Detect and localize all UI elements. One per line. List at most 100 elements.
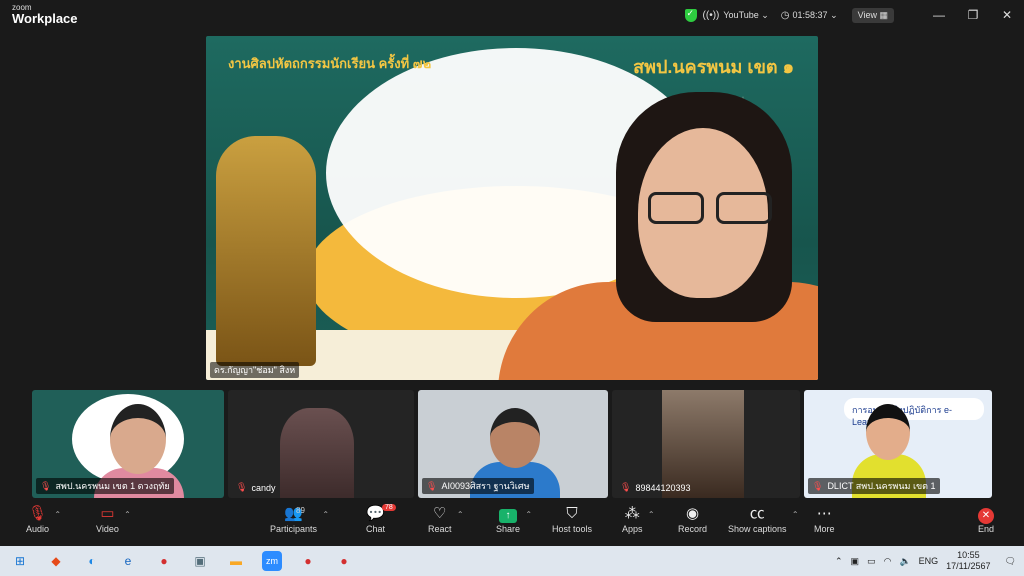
participant-strip: 🎙 สพป.นครพนม เขต 1 ดวงฤทัย 🎙 candy 🎙 AI0…	[32, 390, 992, 498]
react-options-caret[interactable]: ⌃	[457, 510, 464, 519]
audio-label: Audio	[26, 524, 50, 534]
participants-count: 89	[296, 506, 305, 515]
clock-icon: ◷	[780, 9, 790, 21]
participant-face	[866, 404, 910, 460]
participant-label: 🎙 สพป.นครพนม เขต 1 ดวงฤทัย	[36, 478, 174, 494]
participant-label: 🎙 DLICT สพป.นครพนม เขต 1	[808, 478, 940, 494]
live-stream-icon: ((•))	[702, 9, 720, 21]
chat-button[interactable]: 💬 78 Chat	[366, 504, 396, 534]
edge-icon[interactable]: ◐	[82, 551, 102, 571]
audio-options-caret[interactable]: ⌃	[54, 510, 61, 519]
taskbar-clock[interactable]: 10:55 17/11/2567	[946, 550, 990, 572]
host-tools-label: Host tools	[552, 524, 593, 534]
tray-app-icon[interactable]: ▣	[851, 556, 860, 567]
react-label: React	[428, 524, 452, 534]
battery-icon[interactable]: ▭	[867, 556, 876, 567]
close-window-button[interactable]: ✕	[990, 8, 1024, 22]
naga-statue-image	[216, 136, 316, 366]
end-label: End	[978, 524, 995, 534]
language-indicator[interactable]: ENG	[919, 556, 939, 566]
clock-time: 10:55	[957, 550, 980, 561]
meeting-timer[interactable]: ◷ 01:58:37 ⌄	[781, 10, 838, 21]
participant-label: 🎙 89844120393	[616, 481, 695, 494]
clock-date: 17/11/2567	[946, 561, 991, 571]
mic-muted-icon: 🎙	[812, 480, 824, 491]
participant-tile[interactable]: 🎙 สพป.นครพนม เขต 1 ดวงฤทัย	[32, 390, 224, 498]
more-dots-icon: ⋯	[816, 505, 832, 522]
file-explorer-icon[interactable]: ▬	[226, 551, 246, 571]
speaker-name-tag: ดร.กัญญา"ช่อม" สิงห	[210, 362, 300, 378]
participant-tile[interactable]: 🎙 candy	[228, 390, 414, 498]
chrome-icon[interactable]: ●	[154, 551, 174, 571]
encryption-shield-icon[interactable]	[684, 8, 697, 22]
windows-start-icon[interactable]: ⊞	[10, 551, 30, 571]
timer-value: 01:58:37 ⌄	[792, 9, 838, 20]
mic-muted-icon: 🎙	[27, 505, 48, 522]
participant-tile[interactable]: 🎙 89844120393	[612, 390, 800, 498]
participant-name: DLICT สพป.นครพนม เขต 1	[827, 481, 936, 491]
end-meeting-button[interactable]: ✕ End	[978, 504, 994, 534]
minimize-button[interactable]: —	[922, 8, 956, 22]
participant-label: 🎙 AI0093ศิสรา ฐานวิเศษ	[422, 478, 534, 494]
participants-options-caret[interactable]: ⌃	[322, 510, 329, 519]
ie-icon[interactable]: e	[118, 551, 138, 571]
video-options-caret[interactable]: ⌃	[124, 510, 131, 519]
windows-taskbar: ⊞ ◆ ◐ e ● ▣ ▬ zm ● ● ⌃ ▣ ▭ ◠ 🔈 ENG 10:55…	[0, 546, 1024, 576]
view-button[interactable]: View ▦	[851, 7, 894, 23]
captions-label: Show captions	[728, 524, 787, 534]
react-button[interactable]: ♡ React ⌃	[428, 504, 464, 534]
video-label: Video	[96, 524, 119, 534]
chat-label: Chat	[366, 524, 386, 534]
more-button[interactable]: ⋯ More	[814, 504, 835, 534]
shield-icon: ⛉	[566, 505, 578, 522]
cc-icon: ㏄	[749, 505, 765, 522]
speaker-glasses	[648, 192, 772, 226]
participant-video	[280, 408, 354, 498]
camera-off-icon: ▭	[100, 505, 115, 522]
audio-button[interactable]: 🎙 Audio ⌃	[26, 504, 61, 534]
active-speaker-video[interactable]: งานศิลปหัตถกรรมนักเรียน ครั้งที่ ๗๒ สพป.…	[206, 36, 818, 380]
live-stream-dropdown[interactable]: ((•)) YouTube ⌄	[703, 10, 769, 21]
participant-label: 🎙 candy	[232, 481, 279, 494]
video-button[interactable]: ▭ Video ⌃	[96, 504, 131, 534]
zoom-taskbar-icon[interactable]: zm	[262, 551, 282, 571]
title-bar: zoom Workplace ((•)) YouTube ⌄ ◷ 01:58:3…	[0, 0, 1024, 30]
share-options-caret[interactable]: ⌃	[525, 510, 532, 519]
volume-icon[interactable]: 🔈	[899, 556, 910, 567]
participants-button[interactable]: 👥 89 Participants ⌃	[270, 504, 329, 534]
apps-options-caret[interactable]: ⌃	[648, 510, 655, 519]
captions-options-caret[interactable]: ⌃	[792, 510, 799, 519]
chrome-icon[interactable]: ●	[334, 551, 354, 571]
app-icon[interactable]: ◆	[46, 551, 66, 571]
participant-tile[interactable]: 🎙 AI0093ศิสรา ฐานวิเศษ	[418, 390, 608, 498]
title-bar-controls: ((•)) YouTube ⌄ ◷ 01:58:37 ⌄ View ▦ — ❐ …	[684, 6, 1024, 24]
share-arrow-icon: ↑	[499, 509, 518, 523]
participants-label: Participants	[270, 524, 318, 534]
participant-name: AI0093ศิสรา ฐานวิเศษ	[441, 481, 530, 491]
wifi-icon[interactable]: ◠	[884, 556, 892, 567]
participant-name: 89844120393	[635, 482, 691, 493]
meeting-controls-bar: 🎙 Audio ⌃ ▭ Video ⌃ 👥 89 Participants ⌃ …	[0, 500, 1024, 544]
share-label: Share	[496, 524, 521, 534]
host-tools-button[interactable]: ⛉ Host tools	[552, 504, 592, 534]
restore-button[interactable]: ❐	[956, 8, 990, 22]
captions-button[interactable]: ㏄ Show captions ⌃	[728, 504, 799, 534]
mic-muted-icon: 🎙	[40, 480, 52, 491]
share-button[interactable]: ↑ Share ⌃	[496, 504, 532, 534]
record-label: Record	[678, 524, 708, 534]
record-button[interactable]: ◉ Record	[678, 504, 707, 534]
chrome-icon[interactable]: ●	[298, 551, 318, 571]
apps-button[interactable]: ⁂ Apps ⌃	[622, 504, 655, 534]
view-label: View	[857, 9, 877, 20]
zoom-logo: zoom Workplace	[12, 4, 78, 26]
heart-icon: ♡	[433, 505, 447, 522]
end-x-icon: ✕	[978, 508, 994, 524]
photos-icon[interactable]: ▣	[190, 551, 210, 571]
participants-icon: 👥	[284, 505, 303, 522]
tray-overflow-icon[interactable]: ⌃	[835, 556, 843, 567]
participant-face	[490, 408, 540, 468]
more-label: More	[814, 524, 835, 534]
banner-right-text: สพป.นครพนม เขต ๑	[633, 57, 794, 77]
participant-tile[interactable]: การอบรมเชิงปฏิบัติการ e-Learning 🎙 DLICT…	[804, 390, 992, 498]
notification-icon[interactable]: 🗨	[1005, 556, 1016, 567]
